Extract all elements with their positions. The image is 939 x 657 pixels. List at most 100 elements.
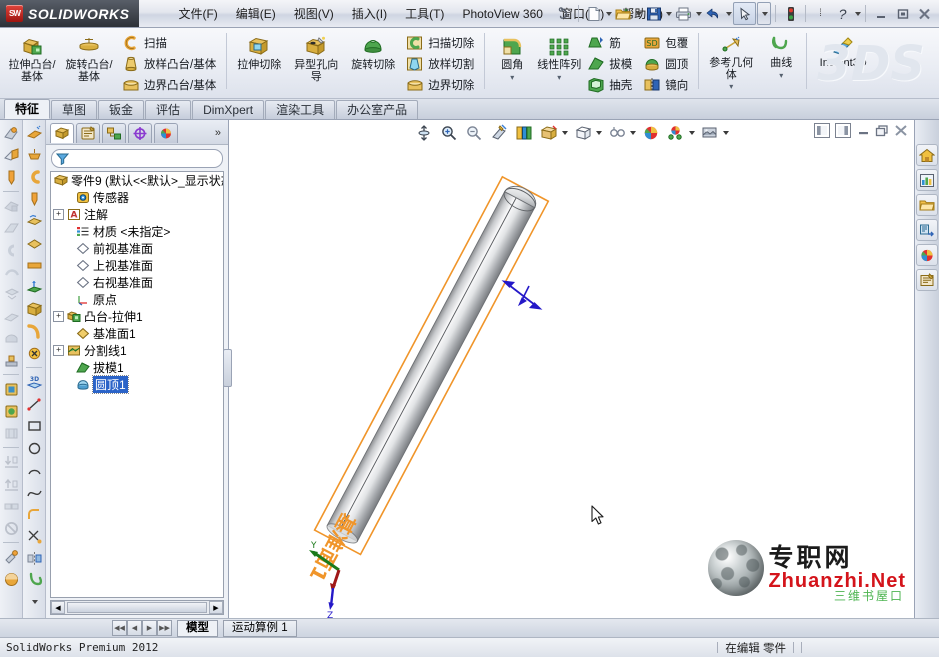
sheetmetal-no-bends-icon[interactable] bbox=[1, 350, 21, 370]
open-document-icon[interactable] bbox=[613, 3, 634, 24]
panel-splitter-handle[interactable] bbox=[223, 349, 232, 388]
sheetmetal-cross-break-icon[interactable] bbox=[1, 262, 21, 282]
sheetmetal-jog-icon[interactable] bbox=[1, 218, 21, 238]
nav-last-button[interactable]: ▶▶ bbox=[157, 620, 172, 636]
split-horizontal-button[interactable] bbox=[814, 123, 830, 138]
swept-cut-button[interactable]: 扫描切除 bbox=[403, 33, 479, 53]
mold-core-icon[interactable] bbox=[24, 277, 44, 297]
tree-item-plane1[interactable]: 基准面1 bbox=[51, 325, 223, 342]
display-style-dropdown[interactable] bbox=[562, 131, 568, 135]
feature-tree[interactable]: 零件9 (默认<<默认>_显示状态 传感器 + A 注解 材质 <未指定> 前视… bbox=[50, 171, 224, 598]
nav-next-button[interactable]: ▶ bbox=[142, 620, 157, 636]
extruded-cut-button[interactable]: 拉伸切除 bbox=[232, 30, 286, 72]
minimize-button[interactable] bbox=[870, 3, 891, 24]
tab-sheetmetal[interactable]: 钣金 bbox=[98, 100, 145, 119]
feature-tree-horizontal-scrollbar[interactable]: ◀ ▶ bbox=[50, 600, 224, 615]
surface-revolve-icon[interactable] bbox=[1, 401, 21, 421]
help-icon[interactable]: ? bbox=[832, 3, 853, 24]
tree-item-top-plane[interactable]: 上视基准面 bbox=[51, 257, 223, 274]
sketch-circle-icon[interactable] bbox=[24, 438, 44, 458]
nav-first-button[interactable]: ◀◀ bbox=[112, 620, 127, 636]
sheetmetal-hem-icon[interactable] bbox=[1, 167, 21, 187]
tree-item-boss-extrude1[interactable]: + 凸台-拉伸1 bbox=[51, 308, 223, 325]
tree-item-front-plane[interactable]: 前视基准面 bbox=[51, 240, 223, 257]
weldment-gusset-icon[interactable] bbox=[24, 145, 44, 165]
print-dropdown[interactable] bbox=[696, 11, 702, 16]
sheetmetal-edge-flange-icon[interactable] bbox=[1, 145, 21, 165]
tree-item-part[interactable]: 零件9 (默认<<默认>_显示状态 bbox=[51, 172, 223, 189]
sketch-arc-icon[interactable] bbox=[24, 460, 44, 480]
tab-evaluate[interactable]: 评估 bbox=[145, 100, 192, 119]
select-pointer-icon[interactable] bbox=[733, 2, 756, 25]
mirror-button[interactable]: 镜向 bbox=[640, 75, 693, 95]
tree-item-sensors[interactable]: 传感器 bbox=[51, 189, 223, 206]
sketch-spline-icon[interactable] bbox=[24, 482, 44, 502]
tab-dimxpert[interactable]: DimXpert bbox=[192, 100, 265, 119]
shell-button[interactable]: 抽壳 bbox=[584, 75, 637, 95]
boundary-boss-button[interactable]: 边界凸台/基体 bbox=[119, 75, 221, 95]
task-pane-resources-icon[interactable] bbox=[916, 144, 938, 166]
dome-button[interactable]: 圆顶 bbox=[640, 54, 693, 74]
weldment-endcap-icon[interactable] bbox=[24, 167, 44, 187]
save-icon[interactable] bbox=[643, 3, 664, 24]
task-pane-appearances-icon[interactable] bbox=[916, 244, 938, 266]
tree-item-draft1[interactable]: 拔模1 bbox=[51, 359, 223, 376]
help-dropdown[interactable] bbox=[855, 11, 861, 16]
featuremanager-design-tree-tab[interactable] bbox=[50, 123, 74, 143]
sheetmetal-miter-flange-icon[interactable] bbox=[1, 196, 21, 216]
split-vertical-button[interactable] bbox=[835, 123, 851, 138]
undo-dropdown[interactable] bbox=[726, 11, 732, 16]
menu-photoview[interactable]: PhotoView 360 bbox=[453, 3, 552, 25]
linear-pattern-dropdown[interactable]: ▾ bbox=[557, 73, 561, 82]
move-face-up-icon[interactable] bbox=[1, 474, 21, 494]
sketch-curve-dropdown[interactable] bbox=[24, 592, 44, 612]
draft-button[interactable]: 拔模 bbox=[584, 54, 637, 74]
task-pane-custom-properties-icon[interactable] bbox=[916, 269, 938, 291]
close-window-button[interactable] bbox=[894, 124, 908, 137]
save-dropdown[interactable] bbox=[666, 11, 672, 16]
surface-sweep-icon[interactable] bbox=[1, 423, 21, 443]
mold-shutoff-surface-icon[interactable] bbox=[24, 321, 44, 341]
sketch-trim-icon[interactable] bbox=[24, 526, 44, 546]
wrap-button[interactable]: SD 包覆 bbox=[640, 33, 693, 53]
sheetmetal-unfold-icon[interactable] bbox=[1, 284, 21, 304]
expand-boss-extrude1[interactable]: + bbox=[53, 311, 64, 322]
fillet-button[interactable]: 圆角 bbox=[490, 30, 534, 72]
reference-geometry-button[interactable]: 参考几何体 bbox=[704, 30, 758, 81]
lofted-boss-button[interactable]: 放样凸台/基体 bbox=[119, 54, 221, 74]
tree-item-dome1[interactable]: 圆顶1 bbox=[51, 375, 223, 394]
tree-item-origin[interactable]: 原点 bbox=[51, 291, 223, 308]
appearance-paint-icon[interactable] bbox=[1, 547, 21, 567]
tab-features[interactable]: 特征 bbox=[4, 99, 51, 119]
sketch-3d-icon[interactable]: 3D bbox=[24, 372, 44, 392]
scroll-thumb[interactable] bbox=[67, 602, 207, 613]
sketch-rectangle-icon[interactable] bbox=[24, 416, 44, 436]
linear-pattern-button[interactable]: 线性阵列 bbox=[537, 30, 581, 72]
sheetmetal-sketched-bend-icon[interactable] bbox=[1, 240, 21, 260]
surface-extrude-icon[interactable] bbox=[1, 379, 21, 399]
sheetmetal-fold-icon[interactable] bbox=[1, 306, 21, 326]
sketch-line-icon[interactable] bbox=[24, 394, 44, 414]
task-pane-search-icon[interactable] bbox=[916, 219, 938, 241]
new-document-icon[interactable] bbox=[583, 3, 604, 24]
replace-face-icon[interactable] bbox=[1, 496, 21, 516]
revolved-boss-base-button[interactable]: 旋转凸台/基体 bbox=[62, 30, 116, 83]
sketch-mirror-icon[interactable] bbox=[24, 548, 44, 568]
mold-parting-surface-icon[interactable] bbox=[24, 255, 44, 275]
displaymanager-tab[interactable] bbox=[154, 123, 178, 143]
print-icon[interactable] bbox=[673, 3, 694, 24]
sheetmetal-flatten-icon[interactable] bbox=[1, 328, 21, 348]
weldment-weld-bead-icon[interactable] bbox=[24, 189, 44, 209]
tab-sketch[interactable]: 草图 bbox=[51, 100, 98, 119]
model-view[interactable]: 基准面1 Y Z bbox=[229, 140, 829, 618]
mold-parting-line-icon[interactable] bbox=[24, 233, 44, 253]
weldment-structural-member-icon[interactable] bbox=[24, 123, 44, 143]
nav-prev-button[interactable]: ◀ bbox=[127, 620, 142, 636]
tree-item-right-plane[interactable]: 右视基准面 bbox=[51, 274, 223, 291]
feature-manager-filter[interactable] bbox=[51, 149, 223, 168]
rebuild-icon[interactable] bbox=[780, 3, 801, 24]
expand-split-line1[interactable]: + bbox=[53, 345, 64, 356]
menu-edit[interactable]: 编辑(E) bbox=[227, 1, 285, 26]
menu-tools[interactable]: 工具(T) bbox=[396, 1, 453, 26]
pin-icon[interactable] bbox=[553, 3, 574, 24]
